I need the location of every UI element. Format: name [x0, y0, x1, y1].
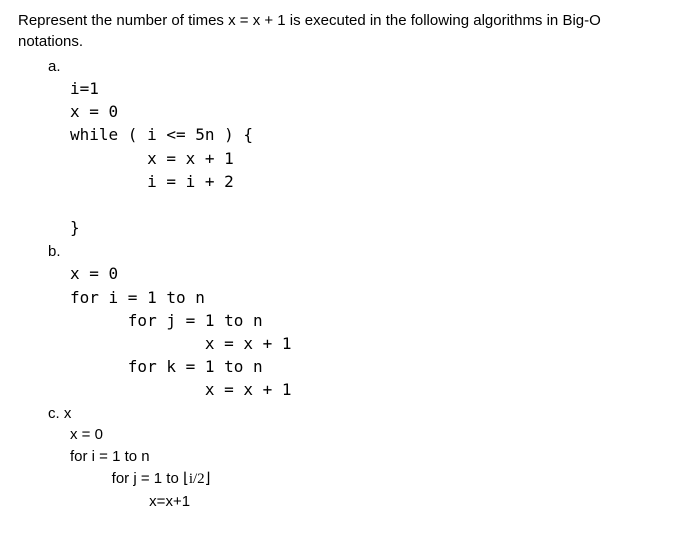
part-c-line3-math: ⌊i/2⌋	[183, 471, 211, 487]
part-b-label: b.	[48, 241, 61, 262]
part-c-line1: x = 0	[70, 426, 103, 443]
part-c-line4: x=x+1	[70, 493, 190, 510]
part-a-label: a.	[48, 56, 61, 77]
part-c: c. x x = 0 for i = 1 to n for j = 1 to ⌊…	[48, 403, 663, 512]
part-c-line2: for i = 1 to n	[70, 448, 150, 465]
part-a-code: i=1 x = 0 while ( i <= 5n ) { x = x + 1 …	[48, 77, 663, 239]
part-a: a. i=1 x = 0 while ( i <= 5n ) { x = x +…	[48, 56, 663, 239]
part-c-code: x = 0 for i = 1 to n for j = 1 to ⌊i/2⌋ …	[48, 424, 663, 512]
question-prompt: Represent the number of times x = x + 1 …	[18, 10, 663, 52]
part-c-line3-prefix: for j = 1 to	[70, 470, 183, 487]
part-b: b. x = 0 for i = 1 to n for j = 1 to n x…	[48, 241, 663, 401]
parts-container: a. i=1 x = 0 while ( i <= 5n ) { x = x +…	[18, 56, 663, 512]
part-b-code: x = 0 for i = 1 to n for j = 1 to n x = …	[48, 262, 663, 401]
part-c-label: c. x	[48, 403, 71, 424]
